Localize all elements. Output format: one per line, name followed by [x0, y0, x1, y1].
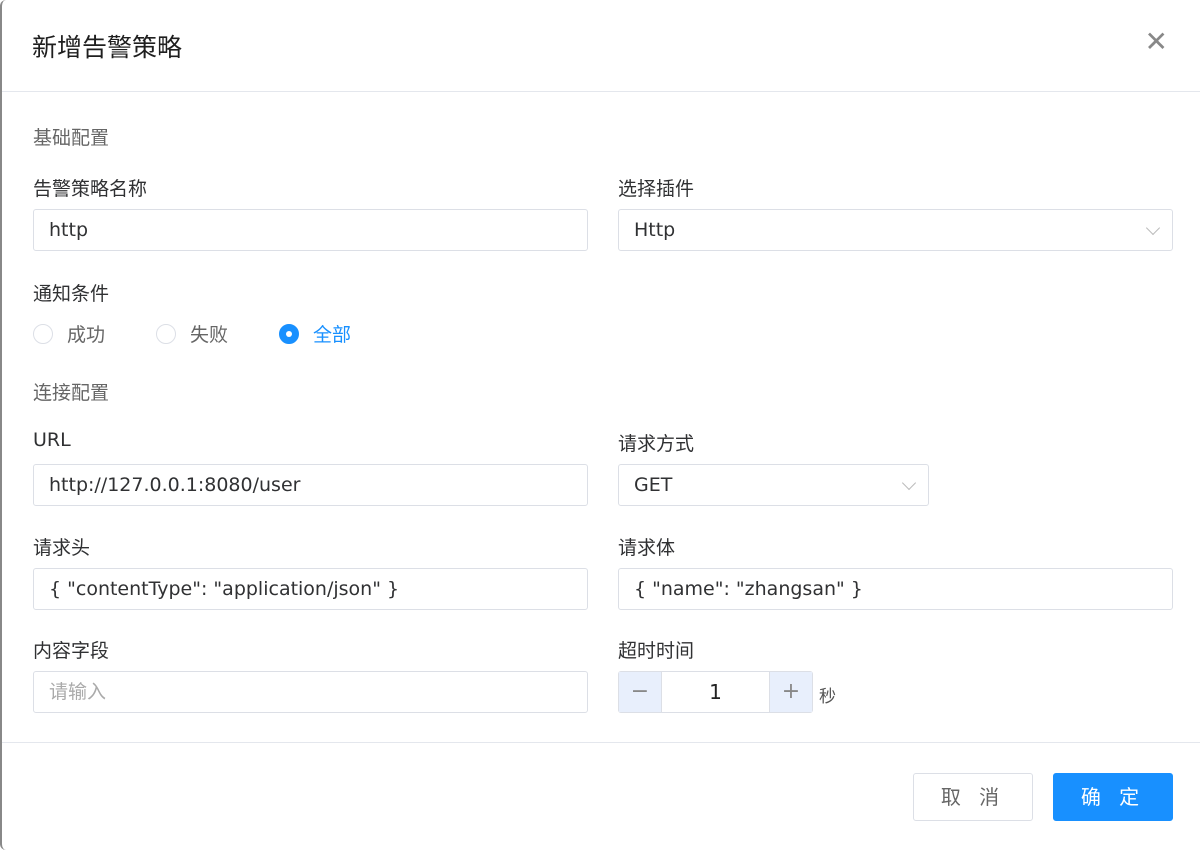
chevron-down-icon [1145, 220, 1161, 236]
url-label: URL [33, 429, 71, 451]
body-input[interactable]: { "name": "zhangsan" } [618, 568, 1173, 610]
dialog-title: 新增告警策略 [32, 33, 183, 62]
name-input[interactable]: http [33, 209, 588, 251]
increment-button[interactable]: + [770, 672, 812, 712]
content-field-input[interactable]: 请输入 [33, 671, 588, 713]
cancel-button[interactable]: 取 消 [913, 773, 1033, 821]
dialog-footer-divider [2, 742, 1200, 743]
method-label: 请求方式 [618, 433, 695, 455]
add-alert-policy-dialog: 新增告警策略 ✕ 基础配置 告警策略名称 http 选择插件 Http 通知条件… [0, 0, 1200, 850]
body-label: 请求体 [618, 537, 676, 559]
method-value: GET [634, 474, 673, 496]
headers-input[interactable]: { "contentType": "application/json" } [33, 568, 588, 610]
content-field-label: 内容字段 [33, 640, 110, 662]
radio-label: 失败 [190, 324, 229, 346]
method-select[interactable]: GET [618, 464, 929, 506]
timeout-unit: 秒 [819, 687, 836, 707]
decrement-button[interactable]: − [619, 672, 661, 712]
name-label: 告警策略名称 [33, 178, 148, 200]
plugin-value: Http [634, 219, 676, 241]
confirm-button[interactable]: 确 定 [1053, 773, 1173, 821]
plugin-select[interactable]: Http [618, 209, 1173, 251]
section-connection: 连接配置 [33, 382, 110, 404]
timeout-stepper: − 1 + [618, 671, 813, 713]
radio-label: 成功 [67, 324, 106, 346]
chevron-down-icon [901, 475, 917, 491]
section-basic: 基础配置 [33, 127, 110, 149]
plugin-label: 选择插件 [618, 178, 695, 200]
radio-circle-icon [156, 323, 176, 344]
radio-checked-icon [279, 323, 299, 344]
radio-fail[interactable]: 失败 [156, 320, 228, 347]
radio-success[interactable]: 成功 [33, 320, 105, 347]
dialog-header: 新增告警策略 ✕ [2, 0, 1200, 92]
timeout-input[interactable]: 1 [661, 672, 770, 712]
timeout-label: 超时时间 [618, 640, 695, 662]
notify-label: 通知条件 [33, 283, 110, 305]
radio-all[interactable]: 全部 [279, 320, 351, 347]
radio-label: 全部 [313, 324, 352, 346]
headers-label: 请求头 [33, 537, 91, 559]
radio-circle-icon [33, 323, 53, 344]
close-icon[interactable]: ✕ [1145, 28, 1168, 56]
url-input[interactable]: http://127.0.0.1:8080/user [33, 464, 588, 506]
